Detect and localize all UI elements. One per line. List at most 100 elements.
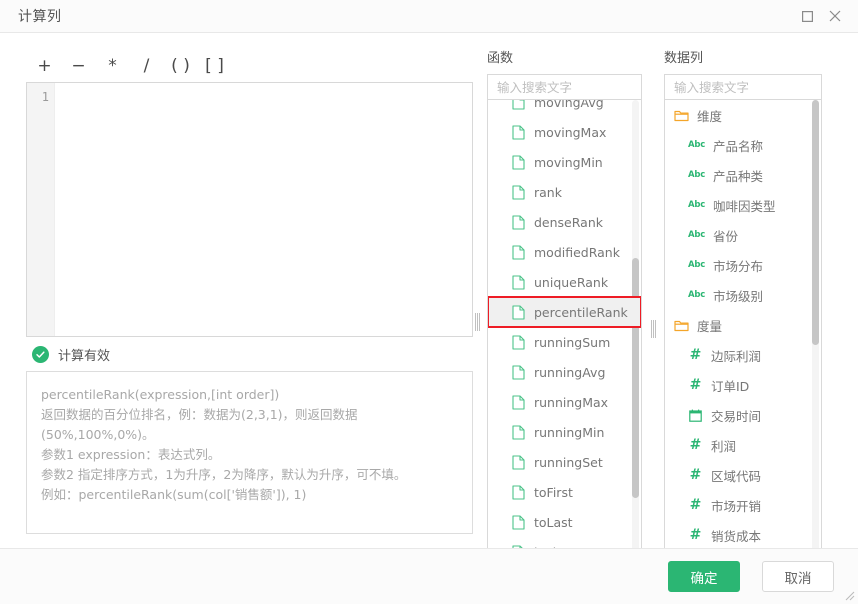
column-folder-row[interactable]: 维度 [665, 100, 821, 130]
operator-button-1[interactable]: − [62, 53, 95, 79]
text-abc-icon: Abc [688, 168, 705, 183]
resize-grip-icon[interactable] [843, 589, 855, 601]
text-abc-icon: Abc [688, 258, 705, 273]
column-item-label: 市场分布 [713, 256, 763, 275]
operator-button-5[interactable]: [ ] [198, 53, 231, 79]
function-list-item[interactable]: denseRank [488, 207, 641, 237]
operator-button-0[interactable]: + [28, 53, 61, 79]
column-list-item[interactable]: #区域代码 [665, 460, 821, 490]
function-item-label: rank [534, 185, 562, 200]
function-list-item[interactable]: toLast [488, 507, 641, 537]
function-list-item[interactable]: runningAvg [488, 357, 641, 387]
cancel-button[interactable]: 取消 [762, 561, 834, 592]
function-item-label: runningSet [534, 455, 603, 470]
function-list-item[interactable]: runningMax [488, 387, 641, 417]
function-search-input[interactable] [495, 79, 634, 96]
column-item-label: 度量 [697, 316, 722, 335]
function-file-icon [511, 365, 526, 380]
column-list-item[interactable]: Abc咖啡因类型 [665, 190, 821, 220]
operator-button-2[interactable]: * [96, 53, 129, 79]
function-list-item[interactable]: percentileRank [488, 297, 641, 327]
function-search-box[interactable] [487, 74, 642, 100]
operator-button-4[interactable]: ( ) [164, 53, 197, 79]
column-list-item[interactable]: # 市场开销 [665, 490, 821, 520]
dialog-content: +−*/( )[ ] 1 计算有效 percentileRank(express… [0, 33, 858, 548]
operator-button-3[interactable]: / [130, 53, 163, 79]
validation-status-text: 计算有效 [58, 345, 110, 364]
function-list-item[interactable]: toFirst [488, 477, 641, 507]
column-panel-title: 数据列 [664, 50, 822, 74]
function-list-item[interactable]: rank [488, 177, 641, 207]
column-item-label: 销货成本 [711, 526, 761, 545]
function-item-label: movingAvg [534, 100, 604, 110]
column-list-item[interactable]: # 利润 [665, 430, 821, 460]
function-file-icon [511, 425, 526, 440]
column-list-item[interactable]: Abc省份 [665, 220, 821, 250]
number-hash-icon: # [688, 438, 703, 453]
column-list-item[interactable]: 交易时间 [665, 400, 821, 430]
splitter-handle-left[interactable] [474, 311, 481, 333]
number-hash-icon: # [688, 468, 703, 483]
text-abc-icon: Abc [688, 228, 705, 243]
column-list[interactable]: 维度Abc产品名称Abc产品种类Abc咖啡因类型Abc省份Abc市场分布Abc市… [664, 100, 822, 555]
column-list-item[interactable]: Abc 产品种类 [665, 160, 821, 190]
function-file-icon [511, 100, 526, 110]
function-list-item[interactable]: uniqueRank [488, 267, 641, 297]
function-list-item[interactable]: runningSum [488, 327, 641, 357]
column-item-label: 咖啡因类型 [713, 196, 776, 215]
function-file-icon [511, 485, 526, 500]
function-item-label: runningAvg [534, 365, 605, 380]
column-item-label: 市场开销 [711, 496, 761, 515]
function-list-scrollbar[interactable] [632, 258, 639, 498]
column-list-item[interactable]: #销货成本 [665, 520, 821, 550]
number-hash-icon: # [688, 348, 703, 363]
function-item-label: modifiedRank [534, 245, 620, 260]
function-list[interactable]: movingAvg movingMax movingMin rank denseRank… [487, 100, 642, 555]
column-item-label: 订单ID [711, 376, 749, 395]
column-item-label: 产品种类 [713, 166, 763, 185]
function-item-label: movingMax [534, 125, 606, 140]
column-folder-row[interactable]: 度量 [665, 310, 821, 340]
column-search-box[interactable] [664, 74, 822, 100]
column-item-label: 产品名称 [713, 136, 763, 155]
function-list-item[interactable]: movingMin [488, 147, 641, 177]
function-list-item[interactable]: movingAvg [488, 100, 641, 117]
number-hash-icon: # [688, 378, 703, 393]
maximize-icon[interactable] [793, 4, 821, 28]
function-list-item[interactable]: movingMax [488, 117, 641, 147]
description-line: 参数2 指定排序方式，1为升序，2为降序，默认为升序，可不填。 [41, 465, 458, 485]
column-item-label: 市场级别 [713, 286, 763, 305]
function-item-label: denseRank [534, 215, 603, 230]
formula-editor[interactable]: 1 [26, 82, 473, 337]
close-icon[interactable] [821, 4, 849, 28]
column-list-item[interactable]: Abc产品名称 [665, 130, 821, 160]
column-item-label: 利润 [711, 436, 736, 455]
function-list-item[interactable]: runningMin [488, 417, 641, 447]
confirm-button[interactable]: 确定 [668, 561, 740, 592]
function-item-label: movingMin [534, 155, 603, 170]
function-list-item[interactable]: runningSet [488, 447, 641, 477]
splitter-handle-right[interactable] [650, 318, 657, 340]
column-list-item[interactable]: #边际利润 [665, 340, 821, 370]
column-item-label: 交易时间 [711, 406, 761, 425]
column-list-item[interactable]: Abc市场级别 [665, 280, 821, 310]
calculated-column-dialog: 计算列 +−*/( )[ ] 1 计算有效 percentileRank(exp… [0, 0, 858, 604]
function-description: percentileRank(expression,[int order])返回… [26, 371, 473, 534]
number-hash-icon: # [688, 498, 703, 513]
column-list-item[interactable]: # 订单ID [665, 370, 821, 400]
column-list-scrollbar[interactable] [812, 100, 819, 345]
dialog-footer: 确定 取消 [0, 548, 858, 604]
function-item-label: runningSum [534, 335, 610, 350]
dialog-title: 计算列 [18, 6, 793, 26]
formula-input[interactable] [55, 83, 472, 336]
description-line: percentileRank(expression,[int order]) [41, 385, 458, 405]
function-file-icon [511, 155, 526, 170]
function-item-label: runningMin [534, 425, 604, 440]
function-panel: 函数 movingAvgmovingMaxmovingMinrankdenseR… [487, 50, 642, 563]
column-panel: 数据列 维度Abc产品名称Abc产品种类Abc咖啡因类型Abc省份Abc市场分布… [664, 50, 822, 563]
column-search-input[interactable] [672, 79, 814, 96]
function-item-label: percentileRank [534, 305, 628, 320]
column-list-item[interactable]: Abc 市场分布 [665, 250, 821, 280]
folder-icon [674, 318, 689, 333]
function-list-item[interactable]: modifiedRank [488, 237, 641, 267]
